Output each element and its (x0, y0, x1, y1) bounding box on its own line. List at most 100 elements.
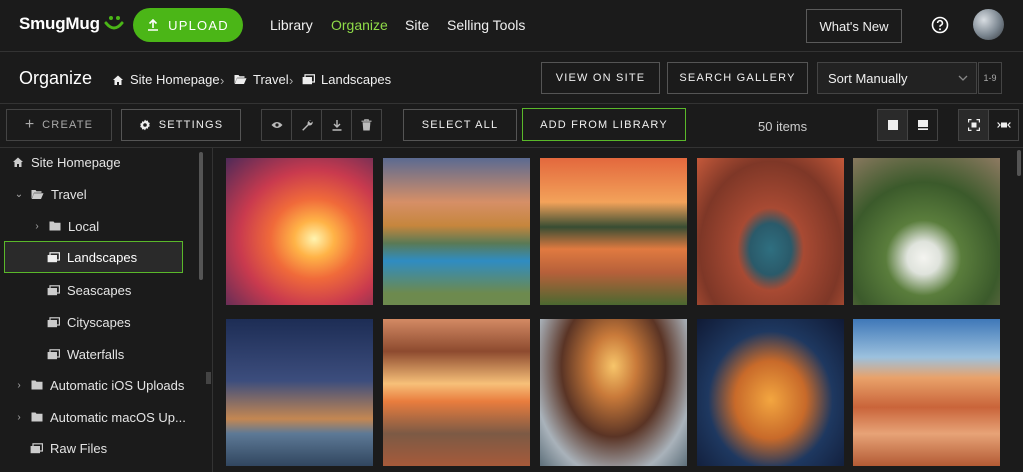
sidebar-item-landscapes[interactable]: Landscapes (4, 241, 183, 273)
help-icon (931, 16, 949, 34)
chevron-down-icon[interactable]: ⌄ (14, 189, 24, 200)
photo-thumbnail[interactable] (853, 158, 1000, 305)
folder-open-icon (31, 189, 44, 199)
page-title: Organize (19, 68, 93, 88)
create-label: CREATE (42, 119, 94, 131)
sidebar-scrollbar[interactable] (199, 152, 203, 280)
sidebar-item-automatic-macos-uploads[interactable]: › Automatic macOS Up... (14, 401, 186, 433)
add-from-library-label: ADD FROM LIBRARY (540, 118, 668, 131)
sidebar-item-label: Local (68, 218, 100, 234)
sidebar-item-local[interactable]: › Local (32, 210, 99, 242)
chevron-right-icon[interactable]: › (14, 380, 24, 391)
fit-crop-toggle[interactable] (958, 109, 989, 141)
gallery-icon (47, 348, 60, 359)
photo-thumbnail[interactable] (540, 319, 687, 466)
upload-label: UPLOAD (168, 17, 229, 33)
photo-thumbnail[interactable] (226, 158, 373, 305)
sidebar-resize-handle[interactable] (206, 372, 211, 384)
items-count: 50 items (758, 119, 808, 134)
breadcrumb-landscapes[interactable]: Landscapes (302, 72, 391, 87)
home-icon (113, 75, 123, 85)
download-icon (332, 120, 341, 131)
upload-icon (148, 19, 159, 31)
wrench-icon (301, 120, 313, 131)
sidebar-item-label: Landscapes (67, 249, 138, 265)
grid-scrollbar[interactable] (1017, 150, 1021, 176)
photo-thumbnail[interactable] (697, 319, 844, 466)
tools-button[interactable] (291, 109, 322, 141)
gallery-icon (47, 251, 60, 262)
sidebar-item-label: Waterfalls (67, 346, 125, 362)
sidebar-item-label: Cityscapes (67, 314, 131, 330)
folder-icon (49, 221, 61, 231)
sort-value: Sort Manually (828, 70, 908, 86)
help-button[interactable] (931, 16, 949, 34)
large-thumbnails-toggle[interactable] (877, 109, 908, 141)
page-range-label: 1-9 (983, 73, 997, 83)
select-all-button[interactable]: SELECT ALL (403, 109, 517, 141)
sidebar-item-cityscapes[interactable]: Cityscapes (47, 306, 131, 338)
breadcrumb-label: Site Homepage (130, 72, 220, 87)
photo-thumbnail[interactable] (540, 158, 687, 305)
sidebar-item-label: Site Homepage (31, 154, 121, 170)
chevron-right-icon[interactable]: › (14, 412, 24, 423)
delete-button[interactable] (351, 109, 382, 141)
sidebar-item-travel[interactable]: ⌄ Travel (14, 178, 87, 210)
nav-library[interactable]: Library (270, 17, 313, 33)
whats-new-button[interactable]: What's New (806, 9, 902, 43)
whats-new-label: What's New (819, 18, 889, 34)
sidebar-item-automatic-ios-uploads[interactable]: › Automatic iOS Uploads (14, 369, 184, 401)
visibility-button[interactable] (261, 109, 292, 141)
smugmug-smile-icon (104, 16, 124, 30)
page-range-indicator[interactable]: 1-9 (978, 62, 1002, 94)
select-all-label: SELECT ALL (421, 119, 499, 131)
create-button[interactable]: + CREATE (6, 109, 112, 141)
sidebar-item-label: Raw Files (50, 440, 108, 456)
details-view-toggle[interactable] (907, 109, 938, 141)
chevron-down-icon (958, 75, 968, 81)
breadcrumb-label: Travel (253, 72, 289, 87)
smugmug-logo[interactable]: SmugMug (19, 14, 125, 34)
folder-icon (31, 380, 43, 390)
folder-icon (31, 412, 43, 422)
nav-selling-tools[interactable]: Selling Tools (447, 17, 525, 33)
sidebar-item-site-homepage[interactable]: Site Homepage (12, 146, 121, 178)
breadcrumb-site-homepage[interactable]: Site Homepage (112, 72, 220, 87)
gallery-icon (302, 74, 315, 85)
sort-select[interactable]: Sort Manually (817, 62, 977, 94)
add-from-library-button[interactable]: ADD FROM LIBRARY (522, 108, 686, 141)
view-on-site-button[interactable]: VIEW ON SITE (541, 62, 660, 94)
chevron-right-icon[interactable]: › (32, 221, 42, 232)
breadcrumb-chevron-icon: › (220, 73, 225, 88)
nav-organize[interactable]: Organize (331, 17, 388, 33)
search-gallery-button[interactable]: SEARCH GALLERY (667, 62, 808, 94)
breadcrumb-chevron-icon: › (289, 73, 294, 88)
photo-thumbnail[interactable] (853, 319, 1000, 466)
crop-fit-icon (967, 119, 980, 131)
photo-thumbnail[interactable] (383, 158, 530, 305)
home-icon (13, 157, 23, 167)
gallery-icon (47, 284, 60, 295)
photo-thumbnail[interactable] (697, 158, 844, 305)
sidebar-item-raw-files[interactable]: Raw Files (30, 432, 107, 464)
gallery-icon (47, 316, 60, 327)
settings-button[interactable]: SETTINGS (121, 109, 241, 141)
expand-horizontal-icon (996, 122, 1011, 128)
photo-thumbnail[interactable] (383, 319, 530, 466)
photo-thumbnail[interactable] (226, 319, 373, 466)
sidebar-item-label: Automatic macOS Up... (50, 409, 186, 425)
download-button[interactable] (321, 109, 352, 141)
nav-site[interactable]: Site (405, 17, 429, 33)
view-on-site-label: VIEW ON SITE (555, 72, 646, 84)
square-view-icon (887, 120, 898, 130)
upload-button[interactable]: UPLOAD (133, 8, 243, 42)
user-avatar[interactable] (973, 9, 1004, 40)
sidebar-item-label: Travel (51, 186, 87, 202)
breadcrumb-travel[interactable]: Travel (234, 72, 289, 87)
eye-icon (271, 122, 282, 128)
sidebar-item-waterfalls[interactable]: Waterfalls (47, 338, 124, 370)
sidebar-item-seascapes[interactable]: Seascapes (47, 274, 131, 306)
logo-text: SmugMug (19, 14, 100, 33)
settings-label: SETTINGS (158, 119, 224, 131)
fit-full-toggle[interactable] (988, 109, 1019, 141)
